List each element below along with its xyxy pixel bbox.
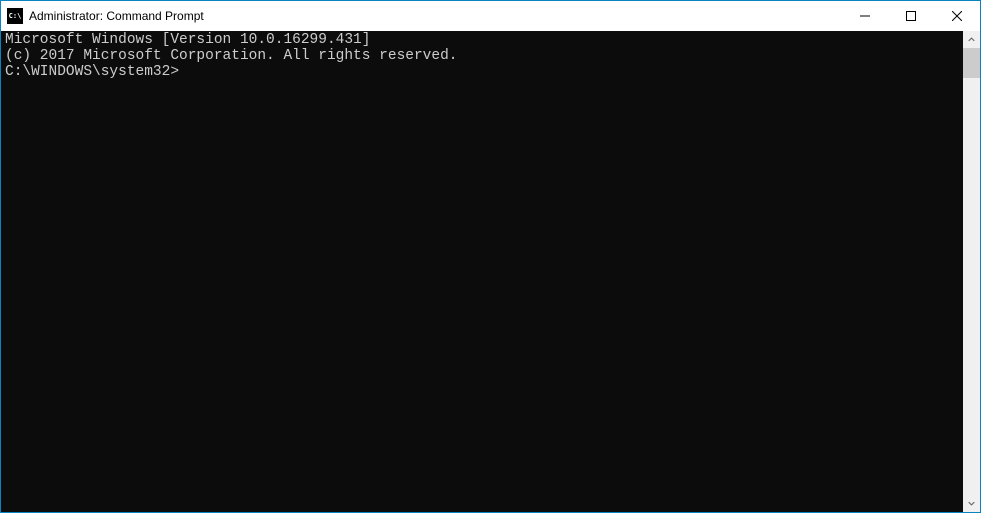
client-area: Microsoft Windows [Version 10.0.16299.43… [1, 31, 980, 512]
terminal-line: (c) 2017 Microsoft Corporation. All righ… [5, 48, 963, 64]
close-icon [952, 11, 962, 21]
terminal-line: Microsoft Windows [Version 10.0.16299.43… [5, 32, 963, 48]
terminal-output[interactable]: Microsoft Windows [Version 10.0.16299.43… [1, 31, 963, 512]
command-prompt-window: C:\ Administrator: Command Prompt Micros… [0, 0, 981, 513]
minimize-button[interactable] [842, 1, 888, 31]
cmd-icon: C:\ [7, 8, 23, 24]
close-button[interactable] [934, 1, 980, 31]
scrollbar-track[interactable] [963, 48, 980, 495]
window-title: Administrator: Command Prompt [29, 9, 842, 23]
scroll-up-button[interactable] [963, 31, 980, 48]
scrollbar-thumb[interactable] [963, 48, 980, 78]
window-controls [842, 1, 980, 31]
prompt-path: C:\WINDOWS\system32> [5, 64, 179, 80]
chevron-up-icon [968, 36, 975, 43]
maximize-icon [906, 11, 916, 21]
chevron-down-icon [968, 500, 975, 507]
titlebar[interactable]: C:\ Administrator: Command Prompt [1, 1, 980, 31]
scroll-down-button[interactable] [963, 495, 980, 512]
maximize-button[interactable] [888, 1, 934, 31]
vertical-scrollbar[interactable] [963, 31, 980, 512]
prompt-line: C:\WINDOWS\system32> [5, 64, 963, 80]
minimize-icon [860, 11, 870, 21]
